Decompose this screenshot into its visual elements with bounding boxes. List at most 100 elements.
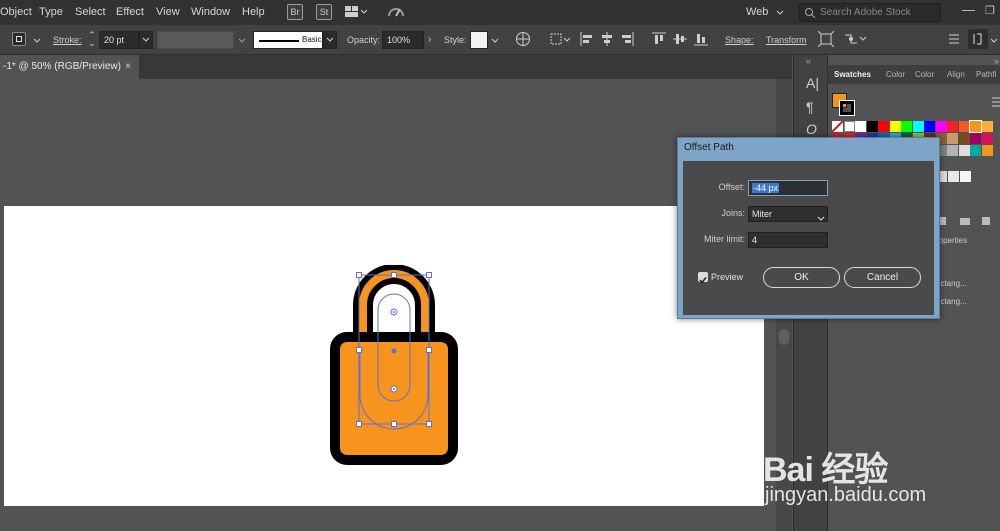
align-right-icon[interactable]: [620, 32, 634, 48]
menu-type[interactable]: Type: [39, 6, 63, 18]
color-swatch[interactable]: [924, 121, 935, 132]
menu-view[interactable]: View: [156, 6, 180, 18]
chevron-down-icon[interactable]: [238, 36, 246, 46]
lock-artwork[interactable]: [320, 265, 470, 475]
panel-menu-icon[interactable]: [947, 31, 961, 49]
align-top-icon[interactable]: [652, 32, 666, 48]
chevron-down-icon[interactable]: [990, 36, 998, 46]
transform-label[interactable]: Transform: [766, 35, 807, 45]
character-panel-icon[interactable]: A|: [806, 75, 819, 91]
color-swatch[interactable]: [855, 121, 866, 132]
preview-label[interactable]: Preview: [711, 272, 743, 282]
bbox-handle[interactable]: [356, 421, 362, 427]
stroke-color-swatch[interactable]: [839, 100, 855, 116]
bbox-handle[interactable]: [391, 421, 397, 427]
tab-align[interactable]: Align: [947, 70, 965, 79]
color-swatch[interactable]: [901, 121, 912, 132]
recolor-artwork-icon[interactable]: [515, 31, 531, 49]
shape-label[interactable]: Shape:: [725, 35, 754, 45]
adobe-stock-search[interactable]: Search Adobe Stock: [799, 3, 941, 22]
color-swatch[interactable]: [878, 121, 889, 132]
graphic-style-swatch[interactable]: [470, 31, 488, 49]
menu-help[interactable]: Help: [242, 6, 265, 18]
bbox-handle[interactable]: [356, 347, 362, 353]
brush-definition[interactable]: Basic: [253, 31, 323, 49]
stroke-weight-dropdown[interactable]: [139, 31, 153, 49]
variable-width-profile[interactable]: [157, 31, 234, 49]
opacity-label[interactable]: Opacity:: [347, 35, 380, 45]
color-swatch[interactable]: [958, 121, 970, 132]
control-panel-toggle-icon[interactable]: [968, 29, 988, 49]
color-swatch[interactable]: [889, 121, 901, 132]
color-swatch[interactable]: [912, 121, 924, 132]
color-swatch[interactable]: [866, 121, 878, 132]
chevron-down-icon[interactable]: [33, 36, 41, 46]
stroke-stepper-icon[interactable]: ⌃ ⌄: [88, 31, 96, 48]
arrange-documents-icon[interactable]: [345, 6, 368, 18]
color-swatch[interactable]: [969, 120, 982, 133]
align-to-icon[interactable]: [549, 31, 571, 49]
color-swatch[interactable]: [947, 145, 958, 156]
bbox-handle[interactable]: [426, 421, 432, 427]
stroke-label[interactable]: Stroke:: [53, 35, 82, 45]
restore-icon[interactable]: ❐: [985, 4, 995, 17]
color-swatch[interactable]: [843, 121, 855, 132]
stroke-weight-input[interactable]: 20 pt: [99, 31, 139, 49]
align-center-h-icon[interactable]: [600, 32, 614, 48]
workspace-switcher[interactable]: Web: [746, 6, 768, 18]
menu-window[interactable]: Window: [191, 6, 230, 18]
document-tab[interactable]: -1* @ 50% (RGB/Preview) ×: [0, 55, 139, 79]
tab-color[interactable]: Color: [886, 70, 905, 79]
bbox-handle[interactable]: [356, 272, 362, 278]
align-left-icon[interactable]: [580, 32, 594, 48]
bridge-icon[interactable]: Br: [287, 4, 303, 20]
chevron-down-icon[interactable]: [491, 36, 499, 46]
menu-select[interactable]: Select: [75, 6, 106, 18]
bbox-handle[interactable]: [426, 272, 432, 278]
miter-limit-input[interactable]: 4: [748, 232, 828, 248]
paragraph-panel-icon[interactable]: ¶: [806, 99, 814, 115]
preview-checkbox[interactable]: [698, 272, 708, 284]
color-swatch[interactable]: [958, 133, 970, 144]
color-swatch[interactable]: [958, 145, 970, 156]
scrollbar-thumb[interactable]: [779, 329, 789, 345]
layer-row[interactable]: ectang...: [936, 297, 967, 306]
offset-input[interactable]: -44 px: [748, 180, 828, 196]
cancel-button[interactable]: Cancel: [844, 267, 921, 288]
bbox-handle[interactable]: [426, 347, 432, 353]
opentype-panel-icon[interactable]: O: [806, 121, 817, 137]
tab-color-guide[interactable]: Color: [915, 70, 934, 79]
menu-effect[interactable]: Effect: [116, 6, 144, 18]
color-swatch[interactable]: [935, 121, 947, 132]
color-swatch[interactable]: [832, 121, 843, 132]
color-swatch[interactable]: [947, 121, 958, 132]
chevron-right-icon[interactable]: ›: [428, 34, 431, 45]
isolate-group-icon[interactable]: [817, 30, 835, 49]
collapse-arrows-icon[interactable]: «: [806, 56, 811, 66]
color-swatch[interactable]: [948, 171, 959, 182]
stock-icon[interactable]: St: [316, 4, 332, 20]
menu-object[interactable]: Object: [0, 6, 32, 18]
minimize-icon[interactable]: —: [962, 2, 975, 17]
color-swatch[interactable]: [970, 133, 981, 144]
align-bottom-icon[interactable]: [694, 32, 708, 48]
color-swatch[interactable]: [981, 121, 993, 132]
color-swatch[interactable]: [970, 145, 981, 156]
opacity-input[interactable]: 100%: [382, 31, 424, 49]
panel-menu-icon[interactable]: [992, 95, 1000, 113]
puppet-warp-icon[interactable]: [843, 31, 867, 49]
color-swatch[interactable]: [981, 133, 993, 144]
tab-swatches[interactable]: Swatches: [834, 70, 871, 79]
joins-select[interactable]: Miter: [748, 206, 828, 222]
color-swatch[interactable]: [981, 145, 993, 156]
layer-row[interactable]: ectang...: [936, 279, 967, 288]
gpu-performance-icon[interactable]: [387, 4, 405, 23]
color-swatch[interactable]: [947, 133, 958, 144]
bbox-handle[interactable]: [391, 272, 397, 278]
ok-button[interactable]: OK: [763, 267, 840, 288]
color-swatch[interactable]: [960, 171, 971, 182]
align-center-v-icon[interactable]: [673, 32, 687, 48]
tab-pathfinder[interactable]: Pathfi: [976, 70, 996, 79]
brush-dropdown[interactable]: [323, 31, 337, 49]
close-icon[interactable]: ×: [125, 55, 131, 79]
